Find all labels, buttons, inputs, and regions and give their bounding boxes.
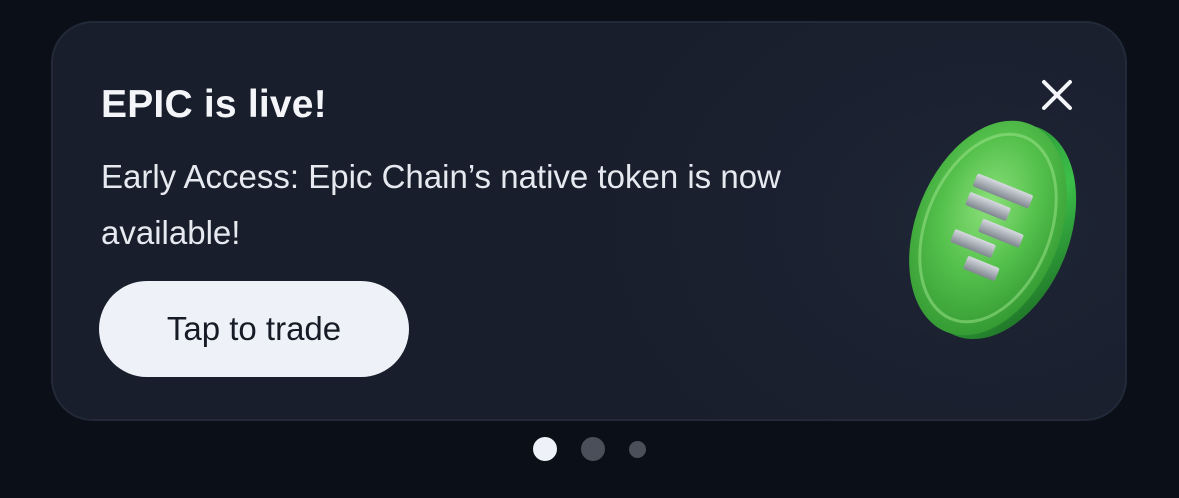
banner-title: EPIC is live!: [101, 83, 327, 126]
page-dot-active[interactable]: [533, 437, 557, 461]
banner-description: Early Access: Epic Chain’s native token …: [101, 158, 781, 251]
carousel-pagination: [0, 437, 1179, 463]
tap-to-trade-button[interactable]: Tap to trade: [99, 281, 409, 377]
page-dot[interactable]: [629, 441, 646, 458]
page-dot[interactable]: [581, 437, 605, 461]
epic-coin-icon: [909, 120, 1077, 340]
promo-banner[interactable]: EPIC is live! Early Access: Epic Chain’s…: [51, 21, 1127, 421]
